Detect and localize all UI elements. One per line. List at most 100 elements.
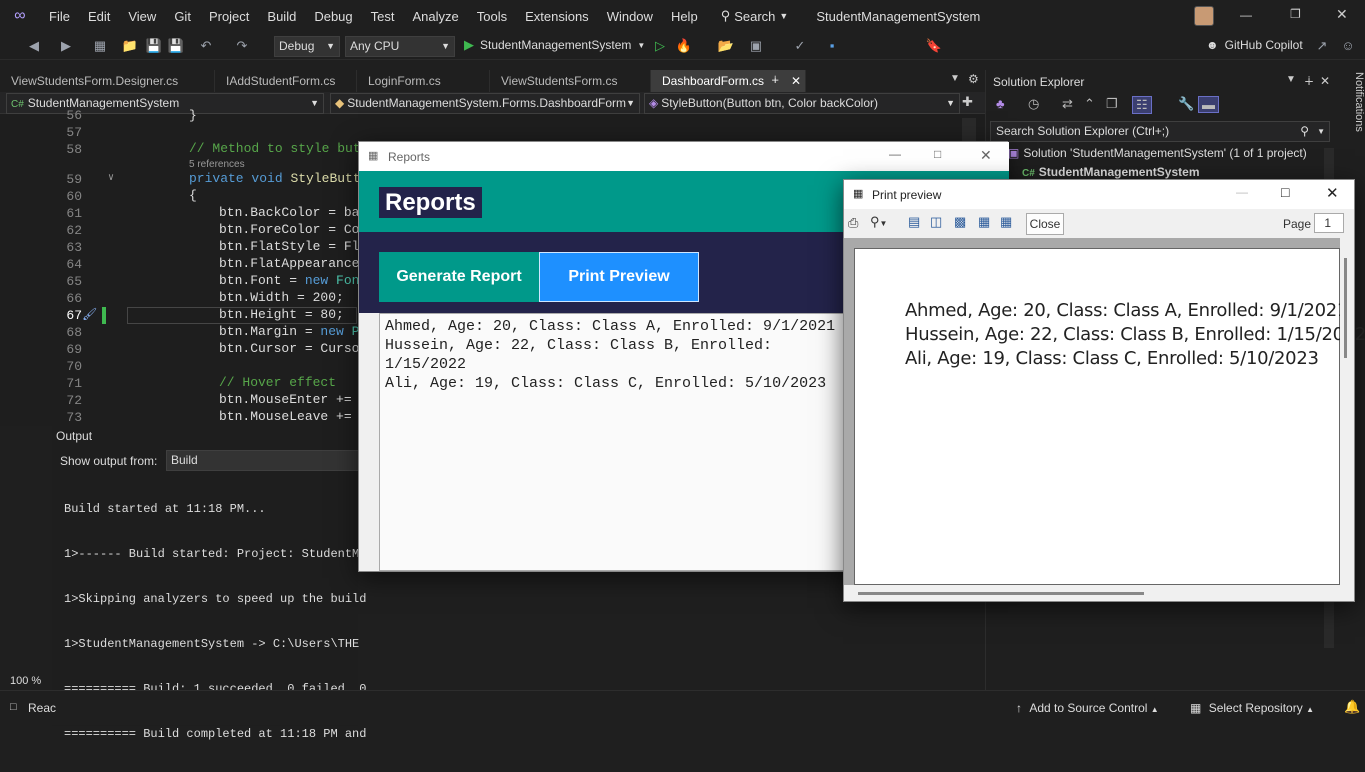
close-icon[interactable]: ✕: [1326, 184, 1339, 202]
close-icon[interactable]: ✕: [1336, 6, 1348, 23]
preview-close-label: Close: [1029, 217, 1061, 231]
open-folder-icon[interactable]: 📁: [120, 36, 140, 56]
menu-item-file[interactable]: File: [40, 9, 79, 24]
menu-item-project[interactable]: Project: [200, 9, 258, 24]
menu-item-test[interactable]: Test: [362, 9, 404, 24]
close-icon[interactable]: ✕: [980, 147, 992, 164]
menu-item-view[interactable]: View: [119, 9, 165, 24]
maximize-icon[interactable]: □: [934, 147, 941, 161]
tab-overflow-icon[interactable]: ▼: [950, 73, 960, 84]
layout-icon[interactable]: ▣: [746, 36, 766, 56]
project-node[interactable]: C# StudentManagementSystem: [1022, 165, 1200, 179]
four-pages-icon[interactable]: ▦: [978, 214, 990, 230]
menu-item-analyze[interactable]: Analyze: [403, 9, 467, 24]
menu-item-git[interactable]: Git: [165, 9, 200, 24]
preview-close-button[interactable]: Close: [1026, 213, 1064, 235]
page-stepper[interactable]: 1: [1314, 213, 1344, 233]
report-textbox[interactable]: Ahmed, Age: 20, Class: Class A, Enrolled…: [379, 313, 849, 571]
se-menu-icon[interactable]: ▼: [1286, 74, 1296, 85]
platform-select[interactable]: Any CPU ▼: [345, 36, 455, 57]
chevron-down-icon: ▼: [946, 98, 955, 108]
one-page-icon[interactable]: ▤: [908, 214, 920, 230]
six-pages-icon[interactable]: ▦: [1000, 214, 1012, 230]
config-select[interactable]: Debug ▼: [274, 36, 340, 57]
save-all-icon[interactable]: 💾: [166, 36, 186, 56]
tab-iaddstudentform[interactable]: IAddStudentForm.cs: [215, 70, 357, 92]
user-avatar[interactable]: [1194, 6, 1214, 26]
breakpoint-icon[interactable]: ▪: [822, 36, 842, 56]
tab-viewstudentsform[interactable]: ViewStudentsForm.cs: [490, 70, 651, 92]
tab-dashboardform[interactable]: DashboardForm.cs ∔ ✕: [651, 70, 806, 92]
new-item-icon[interactable]: ▦: [90, 36, 110, 56]
bookmark-icon[interactable]: 🔖: [924, 36, 944, 56]
spellcheck-icon[interactable]: ✓: [790, 36, 810, 56]
history-icon[interactable]: ◷: [1028, 96, 1039, 112]
sync-icon[interactable]: ⇄: [1062, 96, 1073, 112]
preview-icon[interactable]: ▬: [1198, 96, 1219, 113]
menu-item-edit[interactable]: Edit: [79, 9, 119, 24]
class-dropdown[interactable]: ◆ StudentManagementSystem.Forms.Dashboard…: [330, 93, 640, 114]
three-pages-icon[interactable]: ▩: [954, 214, 966, 230]
menu-item-tools[interactable]: Tools: [468, 9, 516, 24]
minimize-icon[interactable]: —: [1236, 185, 1248, 199]
run-button[interactable]: ▶ StudentManagementSystem ▼: [464, 37, 645, 53]
minimize-icon[interactable]: —: [889, 147, 901, 161]
add-to-source-control-button[interactable]: ↑ Add to Source Control ▲: [1016, 701, 1159, 715]
generate-report-button[interactable]: Generate Report: [379, 252, 539, 302]
back-icon[interactable]: ◀: [24, 36, 44, 56]
copilot-button[interactable]: ☻ GitHub Copilot: [1206, 38, 1303, 52]
filter-icon[interactable]: ☷: [1132, 96, 1152, 114]
feedback-icon[interactable]: ☺: [1338, 36, 1358, 56]
start-without-debug-icon[interactable]: ▷: [650, 36, 670, 56]
collapse-all-icon[interactable]: ⌃: [1084, 96, 1095, 112]
redo-icon[interactable]: ↷: [232, 36, 252, 56]
hot-reload-icon[interactable]: 🔥: [674, 36, 694, 56]
zoom-level[interactable]: 100 %: [2, 675, 52, 690]
forward-icon[interactable]: ▶: [56, 36, 76, 56]
menu-item-extensions[interactable]: Extensions: [516, 9, 598, 24]
print-preview-button[interactable]: Print Preview: [539, 252, 699, 302]
save-icon[interactable]: 💾: [144, 36, 164, 56]
preview-hscroll[interactable]: [844, 585, 1340, 601]
source-control-label: Add to Source Control: [1029, 701, 1148, 715]
keyword: private: [189, 171, 244, 186]
undo-icon[interactable]: ↶: [196, 36, 216, 56]
menu-item-debug[interactable]: Debug: [305, 9, 361, 24]
wrench-icon[interactable]: 🔧: [1178, 96, 1194, 112]
restore-icon[interactable]: ❐: [1290, 7, 1301, 21]
se-close-icon[interactable]: ✕: [1320, 74, 1330, 88]
se-pin-icon[interactable]: ∔: [1304, 74, 1314, 88]
output-text[interactable]: Build started at 11:18 PM... 1>------ Bu…: [64, 472, 366, 772]
notifications-tab[interactable]: Notifications: [1338, 70, 1365, 150]
copy-icon[interactable]: ❐: [1106, 96, 1118, 112]
maximize-icon[interactable]: □: [1281, 184, 1289, 200]
quick-actions-icon[interactable]: 🖌: [82, 307, 97, 322]
pin-icon[interactable]: ∔: [771, 70, 779, 92]
member-dropdown[interactable]: ◈ StyleButton(Button btn, Color backColor…: [644, 93, 960, 114]
codelens-references[interactable]: 5 references: [189, 159, 245, 170]
two-pages-icon[interactable]: ◫: [930, 214, 942, 230]
menu-item-window[interactable]: Window: [598, 9, 662, 24]
minimize-icon[interactable]: —: [1240, 8, 1252, 22]
collapse-icon[interactable]: ∨: [108, 172, 114, 184]
search-button[interactable]: ⚲ Search ▼: [721, 8, 789, 24]
preview-vscroll[interactable]: [1340, 238, 1354, 585]
select-repository-button[interactable]: ▦ Select Repository ▲: [1190, 701, 1314, 715]
split-icon[interactable]: ✚: [962, 94, 973, 110]
vs-logo-icon[interactable]: ∞: [0, 0, 40, 32]
tab-viewstudentsform-designer[interactable]: ViewStudentsForm.Designer.cs: [0, 70, 215, 92]
zoom-icon[interactable]: ⚲▼: [870, 214, 887, 230]
print-icon[interactable]: ⎙: [848, 215, 858, 231]
folder-icon[interactable]: 📂: [716, 36, 736, 56]
solution-node[interactable]: ▣ Solution 'StudentManagementSystem' (1 o…: [1008, 146, 1307, 160]
notification-bell-icon[interactable]: 🔔: [1344, 699, 1360, 715]
menu-item-build[interactable]: Build: [258, 9, 305, 24]
share-icon[interactable]: ↗: [1312, 36, 1332, 56]
gear-icon[interactable]: ⚙: [968, 72, 979, 86]
vs-home-icon[interactable]: ♣: [996, 96, 1005, 111]
close-tab-icon[interactable]: ✕: [791, 70, 801, 92]
tab-loginform[interactable]: LoginForm.cs: [357, 70, 490, 92]
solution-search-input[interactable]: Search Solution Explorer (Ctrl+;) ⚲ ▼: [990, 121, 1330, 142]
menu-item-help[interactable]: Help: [662, 9, 707, 24]
output-source-select[interactable]: Build: [166, 450, 366, 471]
